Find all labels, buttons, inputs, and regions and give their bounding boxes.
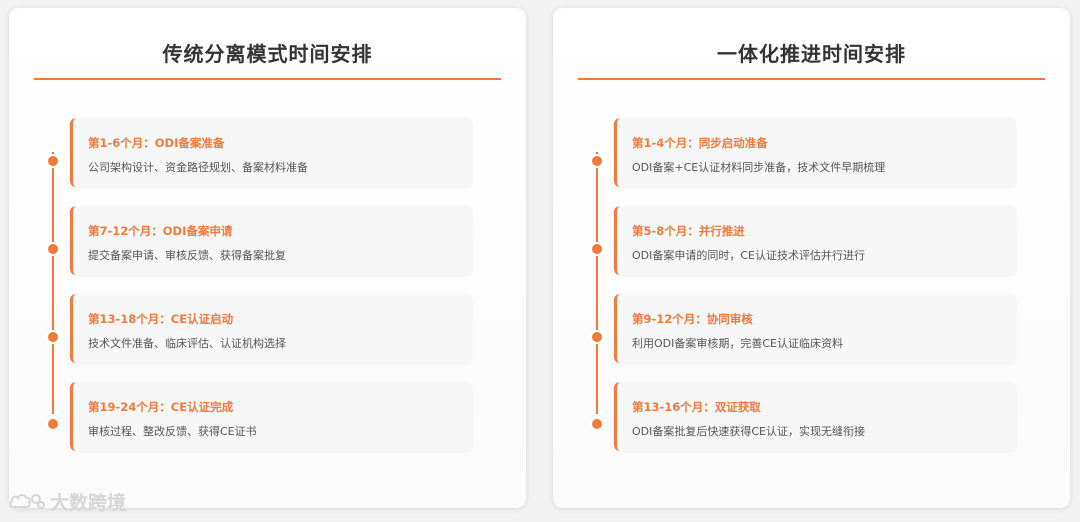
watermark: 大数跨境 [8,488,126,514]
timeline-item: 第19-24个月：CE认证完成 审核过程、整改反馈、获得CE证书 [70,382,472,451]
traditional-schedule-panel: 传统分离模式时间安排 第1-6个月：ODI备案准备 公司架构设计、资金路径规划、… [9,8,526,508]
timeline-item: 第9-12个月：协同审核 利用ODI备案审核期，完善CE认证临床资料 [614,294,1016,363]
watermark-text: 大数跨境 [50,491,127,514]
timeline: 第1-4个月：同步启动准备 ODI备案+CE认证材料同步准备，技术文件早期梳理 … [553,118,1070,468]
timeline-dot [48,332,58,342]
timeline-item: 第1-4个月：同步启动准备 ODI备案+CE认证材料同步准备，技术文件早期梳理 [614,118,1016,187]
timeline-item-title: 第7-12个月：ODI备案申请 [88,224,233,238]
timeline-item: 第13-16个月：双证获取 ODI备案批复后快速获得CE认证，实现无缝衔接 [614,382,1016,451]
timeline-dot [592,244,602,254]
cloud-logo-icon [9,494,45,509]
title-divider [578,78,1045,80]
title-divider [34,78,501,80]
timeline-item-title: 第1-4个月：同步启动准备 [632,136,768,150]
timeline-item: 第5-8个月：并行推进 ODI备案申请的同时，CE认证技术评估并行进行 [614,206,1016,275]
timeline-dot [48,156,58,166]
timeline-line [52,152,54,414]
timeline-dot [592,156,602,166]
timeline-dot [48,244,58,254]
timeline-item-title: 第1-6个月：ODI备案准备 [88,136,225,150]
timeline-item-desc: ODI备案批复后快速获得CE认证，实现无缝衔接 [632,425,866,438]
timeline-item-title: 第19-24个月：CE认证完成 [88,400,234,414]
timeline-item-desc: 公司架构设计、资金路径规划、备案材料准备 [88,161,308,174]
timeline-dot [48,419,58,429]
timeline-dot [592,332,602,342]
panel-title: 传统分离模式时间安排 [162,42,373,66]
timeline-item-title: 第13-16个月：双证获取 [632,400,761,414]
timeline-item-title: 第9-12个月：协同审核 [632,312,753,326]
timeline-item-desc: ODI备案+CE认证材料同步准备，技术文件早期梳理 [632,161,886,174]
timeline-item-desc: 利用ODI备案审核期，完善CE认证临床资料 [632,337,844,350]
timeline-item-desc: 提交备案申请、审核反馈、获得备案批复 [88,249,286,262]
timeline-line [596,152,598,414]
timeline-item-title: 第5-8个月：并行推进 [632,224,745,238]
timeline-item: 第13-18个月：CE认证启动 技术文件准备、临床评估、认证机构选择 [70,294,472,363]
timeline-item-title: 第13-18个月：CE认证启动 [88,312,234,326]
timeline-dot [592,419,602,429]
timeline-item-desc: 审核过程、整改反馈、获得CE证书 [88,425,257,438]
integrated-schedule-panel: 一体化推进时间安排 第1-4个月：同步启动准备 ODI备案+CE认证材料同步准备… [553,8,1070,508]
timeline-item-desc: ODI备案申请的同时，CE认证技术评估并行进行 [632,249,866,262]
timeline: 第1-6个月：ODI备案准备 公司架构设计、资金路径规划、备案材料准备 第7-1… [9,118,526,468]
panel-title: 一体化推进时间安排 [717,42,906,66]
timeline-item-desc: 技术文件准备、临床评估、认证机构选择 [88,337,286,350]
timeline-item: 第1-6个月：ODI备案准备 公司架构设计、资金路径规划、备案材料准备 [70,118,472,187]
timeline-item: 第7-12个月：ODI备案申请 提交备案申请、审核反馈、获得备案批复 [70,206,472,275]
